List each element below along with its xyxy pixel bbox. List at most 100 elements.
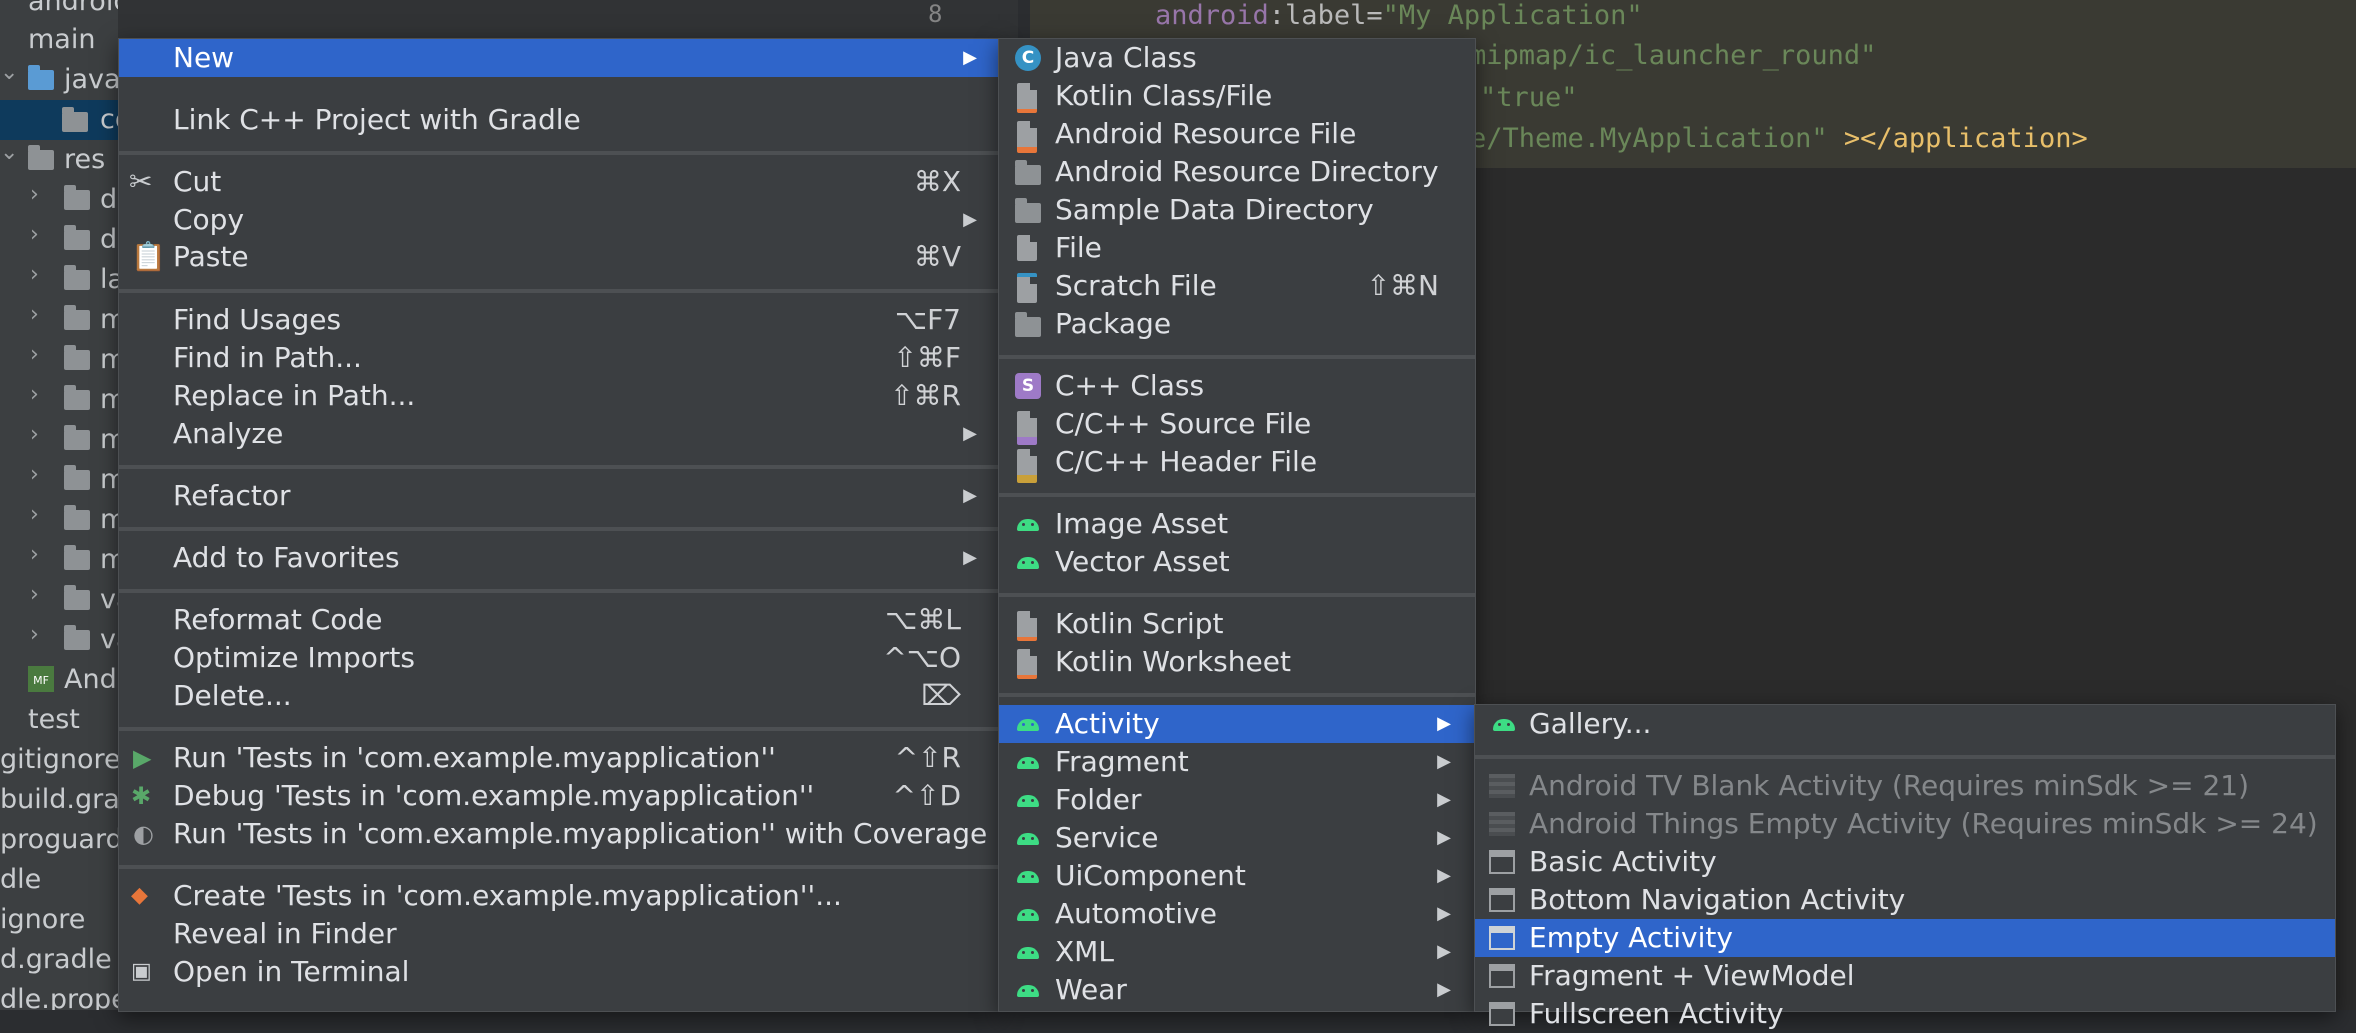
- tree-item-res-child[interactable]: d: [100, 220, 117, 260]
- chevron-down-icon[interactable]: ⌄: [0, 60, 18, 85]
- scratch-file-icon: [1017, 273, 1037, 303]
- tree-item-ignore[interactable]: ignore: [0, 900, 85, 940]
- activity-template-icon: [1489, 926, 1515, 950]
- code-line-label: android:label="My Application": [1155, 0, 1643, 31]
- menu-item-uicomponent[interactable]: UiComponent ▶: [999, 857, 1475, 895]
- menu-item-reveal-in-finder[interactable]: Reveal in Finder: [119, 915, 999, 953]
- menu-item-fragment[interactable]: Fragment ▶: [999, 743, 1475, 781]
- menu-item-run-tests[interactable]: ▶ Run 'Tests in 'com.example.myapplicatio…: [119, 739, 999, 777]
- tree-item-res-child[interactable]: m: [100, 540, 118, 580]
- menu-item-automotive[interactable]: Automotive ▶: [999, 895, 1475, 933]
- menu-item-android-resource-file[interactable]: Android Resource File: [999, 115, 1475, 153]
- chevron-right-icon[interactable]: ›: [30, 382, 39, 407]
- tree-item-res-child[interactable]: m: [100, 420, 118, 460]
- tree-item-res-child[interactable]: m: [100, 460, 118, 500]
- menu-item-vector-asset[interactable]: Vector Asset: [999, 543, 1475, 581]
- menu-item-cut[interactable]: ✂ Cut ⌘X: [119, 163, 999, 201]
- menu-item-file[interactable]: File: [999, 229, 1475, 267]
- chevron-right-icon[interactable]: ›: [30, 582, 39, 607]
- tree-item-res[interactable]: res: [64, 140, 105, 180]
- menu-item-run-with-coverage[interactable]: ◐ Run 'Tests in 'com.example.myapplicatio…: [119, 815, 999, 853]
- menu-item-find-usages[interactable]: Find Usages ⌥F7: [119, 301, 999, 339]
- tree-item-res-child[interactable]: va: [100, 580, 118, 620]
- menu-item-debug-tests[interactable]: ✱ Debug 'Tests in 'com.example.myapplicat…: [119, 777, 999, 815]
- menu-item-xml[interactable]: XML ▶: [999, 933, 1475, 971]
- menu-item-delete[interactable]: Delete... ⌦: [119, 677, 999, 715]
- menu-item-paste[interactable]: 📋 Paste ⌘V: [119, 238, 999, 276]
- chevron-right-icon[interactable]: ›: [30, 622, 39, 647]
- cpp-source-icon: [1017, 411, 1037, 445]
- chevron-right-icon[interactable]: ›: [30, 422, 39, 447]
- tree-item-manifest[interactable]: Andr: [64, 660, 118, 700]
- tree-item-res-child[interactable]: d: [100, 180, 117, 220]
- menu-item-kotlin-script[interactable]: Kotlin Script: [999, 605, 1475, 643]
- tree-item-build-gradle[interactable]: build.grad: [0, 780, 118, 820]
- menu-item-reformat-code[interactable]: Reformat Code ⌥⌘L: [119, 601, 999, 639]
- chevron-down-icon[interactable]: ⌄: [0, 140, 18, 165]
- menu-item-folder[interactable]: Folder ▶: [999, 781, 1475, 819]
- menu-item-scratch-file[interactable]: Scratch File ⇧⌘N: [999, 267, 1475, 305]
- menu-item-add-to-favorites[interactable]: Add to Favorites ▶: [119, 539, 999, 577]
- folder-icon: [64, 505, 90, 530]
- tree-item-main[interactable]: main: [28, 20, 95, 60]
- menu-item-cpp-class[interactable]: S C++ Class: [999, 367, 1475, 405]
- menu-item-gallery[interactable]: Gallery...: [1475, 705, 2335, 743]
- chevron-right-icon[interactable]: ›: [30, 542, 39, 567]
- menu-item-fullscreen-activity[interactable]: Fullscreen Activity: [1475, 995, 2335, 1033]
- tree-item-androidtest[interactable]: androidTest: [28, 0, 118, 22]
- menu-item-service[interactable]: Service ▶: [999, 819, 1475, 857]
- menu-item-new[interactable]: New ▶: [119, 39, 999, 77]
- menu-separator: [1475, 755, 2335, 759]
- menu-item-kotlin-class[interactable]: Kotlin Class/File: [999, 77, 1475, 115]
- menu-item-activity[interactable]: Activity ▶: [999, 705, 1475, 743]
- activity-template-icon: [1489, 812, 1515, 836]
- tree-item-res-child[interactable]: m: [100, 380, 118, 420]
- menu-item-bottom-navigation-activity[interactable]: Bottom Navigation Activity: [1475, 881, 2335, 919]
- tree-item-res-child[interactable]: m: [100, 300, 118, 340]
- menu-item-analyze[interactable]: Analyze ▶: [119, 415, 999, 453]
- chevron-right-icon[interactable]: ›: [30, 502, 39, 527]
- tree-item-res-child[interactable]: la: [100, 260, 118, 300]
- menu-item-kotlin-worksheet[interactable]: Kotlin Worksheet: [999, 643, 1475, 681]
- chevron-right-icon[interactable]: ›: [30, 262, 39, 287]
- tree-item-package[interactable]: co: [0, 100, 118, 140]
- menu-item-java-class[interactable]: C Java Class: [999, 39, 1475, 77]
- tree-item-res-child[interactable]: m: [100, 340, 118, 380]
- menu-item-find-in-path[interactable]: Find in Path... ⇧⌘F: [119, 339, 999, 377]
- menu-item-optimize-imports[interactable]: Optimize Imports ^⌥O: [119, 639, 999, 677]
- menu-item-link-cpp[interactable]: Link C++ Project with Gradle: [119, 101, 999, 139]
- chevron-right-icon[interactable]: ›: [30, 222, 39, 247]
- menu-item-package[interactable]: Package: [999, 305, 1475, 343]
- tree-item-test[interactable]: test: [28, 700, 80, 740]
- chevron-right-icon[interactable]: ›: [30, 182, 39, 207]
- menu-item-fragment-viewmodel[interactable]: Fragment + ViewModel: [1475, 957, 2335, 995]
- menu-item-cpp-source-file[interactable]: C/C++ Source File: [999, 405, 1475, 445]
- menu-item-empty-activity[interactable]: Empty Activity: [1475, 919, 2335, 957]
- menu-item-sample-data-directory[interactable]: Sample Data Directory: [999, 191, 1475, 229]
- chevron-right-icon[interactable]: ›: [30, 342, 39, 367]
- chevron-right-icon[interactable]: ›: [30, 302, 39, 327]
- android-icon: [1015, 867, 1041, 885]
- tree-item-gradle[interactable]: dle: [0, 860, 41, 900]
- chevron-right-icon[interactable]: ›: [30, 462, 39, 487]
- submenu-arrow-icon: ▶: [1437, 865, 1451, 886]
- menu-item-basic-activity[interactable]: Basic Activity: [1475, 843, 2335, 881]
- menu-item-create-tests[interactable]: ◆ Create 'Tests in 'com.example.myapplica…: [119, 877, 999, 915]
- menu-item-image-asset[interactable]: Image Asset: [999, 505, 1475, 543]
- menu-item-open-in-terminal[interactable]: ▣ Open in Terminal: [119, 953, 999, 991]
- tree-item-properties[interactable]: dle.prope: [0, 980, 118, 1010]
- menu-separator: [119, 727, 999, 731]
- menu-item-refactor[interactable]: Refactor ▶: [119, 477, 999, 515]
- tree-item-proguard[interactable]: proguard-: [0, 820, 118, 860]
- tree-item-res-child[interactable]: va: [100, 620, 118, 660]
- tree-item-gitignore[interactable]: gitignore: [0, 740, 118, 780]
- menu-item-android-resource-directory[interactable]: Android Resource Directory: [999, 153, 1475, 191]
- menu-item-cpp-header-file[interactable]: C/C++ Header File: [999, 443, 1475, 483]
- menu-item-android-tv-blank-activity: Android TV Blank Activity (Requires minS…: [1475, 767, 2335, 805]
- tree-item-res-child[interactable]: m: [100, 500, 118, 540]
- menu-item-wear[interactable]: Wear ▶: [999, 971, 1475, 1009]
- menu-item-replace-in-path[interactable]: Replace in Path... ⇧⌘R: [119, 377, 999, 415]
- tree-item-java[interactable]: java: [64, 60, 118, 100]
- tree-item-settings-gradle[interactable]: d.gradle: [0, 940, 112, 980]
- menu-item-copy[interactable]: Copy ▶: [119, 201, 999, 239]
